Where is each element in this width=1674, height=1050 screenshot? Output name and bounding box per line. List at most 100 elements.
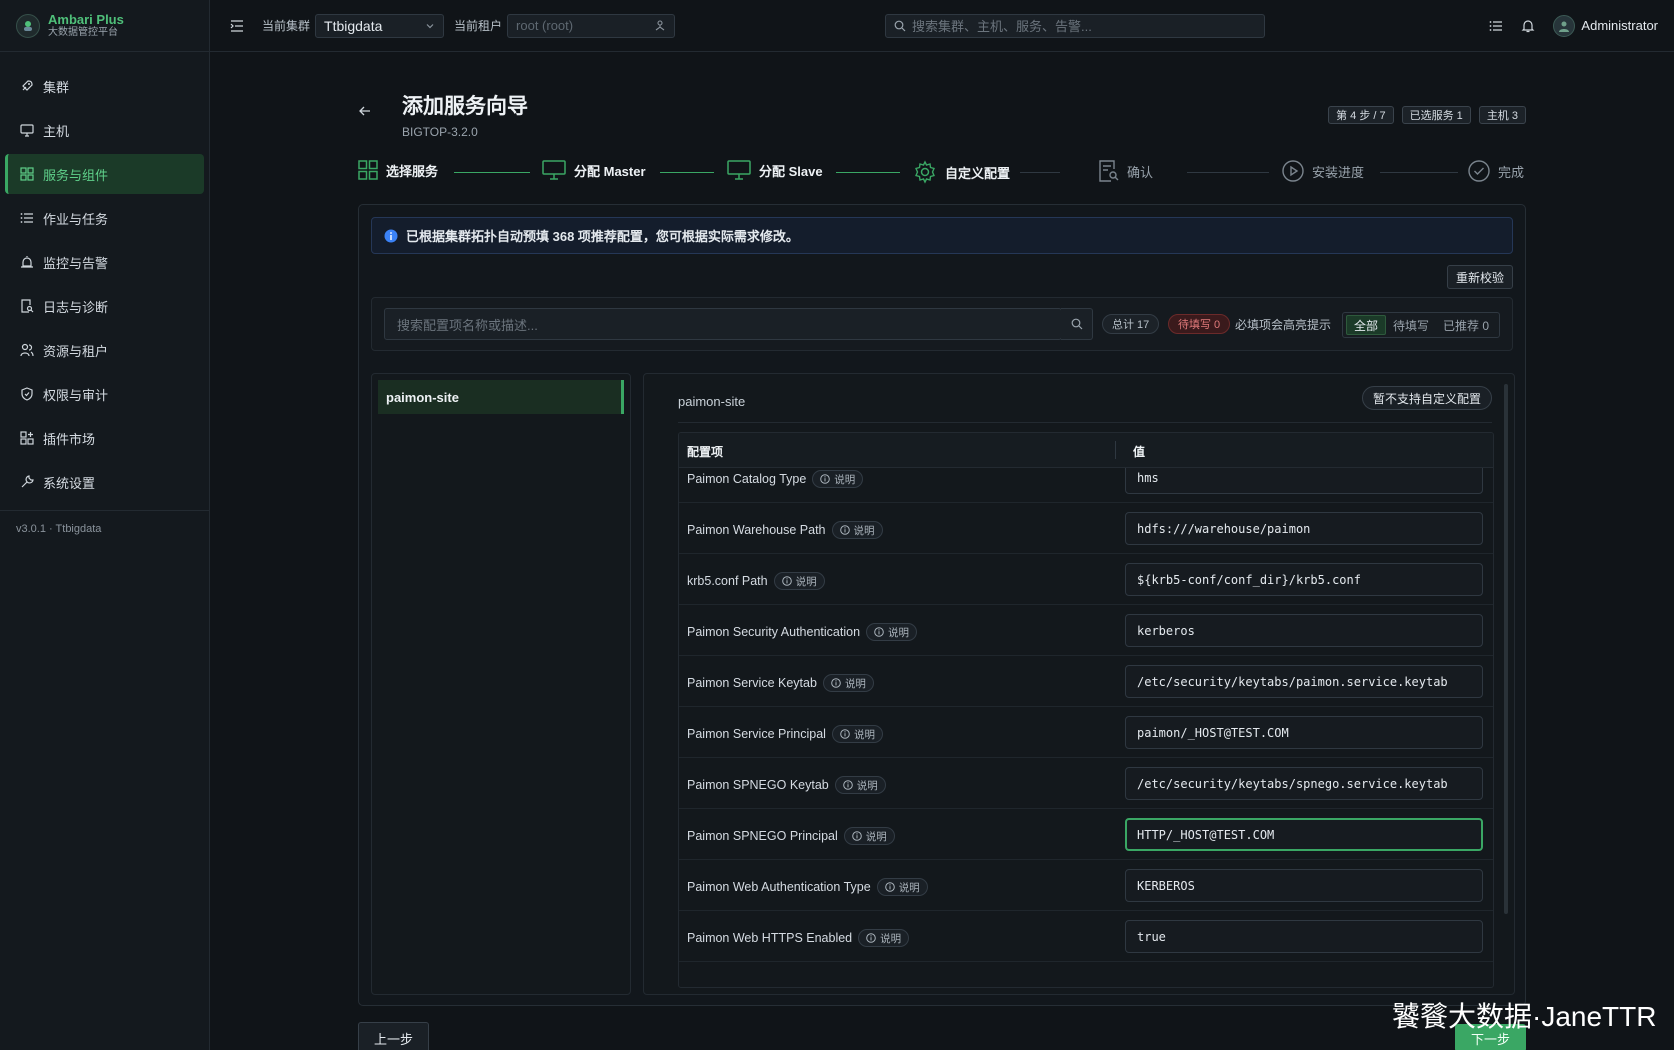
sidebar-item-settings[interactable]: 系统设置	[5, 462, 204, 502]
table-row: Paimon Web Authentication Type 说明 KERBEROS	[679, 860, 1493, 911]
column-separator	[1115, 441, 1116, 459]
help-label: 说明	[856, 779, 878, 792]
tenant-select[interactable]: root (root)	[507, 13, 676, 38]
config-search-input[interactable]: 搜索配置项名称或描述...	[384, 308, 1062, 340]
sidebar-item-cluster[interactable]: 集群	[5, 66, 204, 106]
help-button[interactable]: 说明	[831, 521, 883, 539]
brand[interactable]: Ambari Plus 大数据管控平台	[0, 0, 209, 52]
step-customize-config[interactable]: 自定义配置	[913, 160, 1010, 184]
prev-step-button[interactable]: 上一步	[358, 1022, 429, 1050]
sidebar-item-services[interactable]: 服务与组件	[5, 154, 204, 194]
sidebar-item-tenants[interactable]: 资源与租户	[5, 330, 204, 370]
wrench-icon	[21, 475, 34, 488]
config-search-button[interactable]	[1061, 308, 1093, 340]
recheck-button[interactable]: 重新校验	[1446, 265, 1513, 289]
log-search-icon	[21, 299, 34, 313]
step-assign-master[interactable]: 分配 Master	[542, 160, 646, 180]
config-value-input[interactable]: KERBEROS	[1125, 869, 1483, 902]
user-name[interactable]: Administrator	[1581, 18, 1658, 33]
info-icon	[874, 627, 884, 637]
sidebar-item-label: 日志与诊断	[43, 299, 109, 315]
sidebar-item-monitoring[interactable]: 监控与告警	[5, 242, 204, 282]
segment-all[interactable]: 全部	[1345, 315, 1386, 335]
scrollbar[interactable]	[1504, 384, 1508, 914]
custom-config-unsupported-button[interactable]: 暂不支持自定义配置	[1361, 386, 1492, 410]
help-button[interactable]: 说明	[773, 572, 825, 590]
help-button[interactable]: 说明	[834, 776, 886, 794]
bell-icon[interactable]	[1521, 19, 1535, 33]
task-list-icon[interactable]	[1489, 19, 1503, 33]
sidebar-item-plugins[interactable]: 插件市场	[5, 418, 204, 458]
segment-todo[interactable]: 待填写	[1386, 315, 1436, 335]
help-label: 说明	[853, 524, 875, 537]
help-button[interactable]: 说明	[858, 929, 910, 947]
sidebar-item-label: 权限与审计	[43, 387, 109, 403]
table-row: Paimon Service Keytab 说明/etc/security/key…	[679, 656, 1493, 707]
config-value-input[interactable]: ${krb5-conf/conf_dir}/krb5.conf	[1125, 563, 1483, 596]
config-value: KERBEROS	[1137, 878, 1195, 893]
config-value: /etc/security/keytabs/paimon.service.key…	[1137, 674, 1448, 689]
tree-item-paimon-site[interactable]: paimon-site	[378, 380, 624, 414]
step-finish[interactable]: 完成	[1468, 160, 1524, 182]
config-key-label: Paimon Service Keytab	[687, 676, 817, 690]
help-button[interactable]: 说明	[866, 623, 918, 641]
config-table: 配置项 值 Paimon Catalog Type 说明 hms Paimon War…	[678, 432, 1494, 988]
help-button[interactable]: 说明	[812, 470, 864, 488]
table-row: Paimon SPNEGO Keytab 说明/etc/security/keyt…	[679, 758, 1493, 809]
config-key-label: Paimon SPNEGO Principal	[687, 829, 838, 843]
config-value-input[interactable]: /etc/security/keytabs/paimon.service.key…	[1125, 665, 1483, 698]
config-value-input[interactable]: hms	[1125, 468, 1483, 494]
sidebar-item-label: 主机	[43, 123, 70, 139]
step-assign-slave[interactable]: 分配 Slave	[727, 160, 823, 180]
config-value-input[interactable]: HTTP/_HOST@TEST.COM	[1125, 818, 1483, 851]
global-search-input[interactable]: 搜索集群、主机、服务、告警...	[885, 13, 1265, 38]
cluster-label: 当前集群	[262, 19, 311, 33]
table-body[interactable]: Paimon Catalog Type 说明 hms Paimon Warehouse…	[679, 468, 1493, 987]
selected-services-badge: 已选服务 1	[1401, 106, 1471, 124]
info-icon	[831, 678, 841, 688]
help-label: 说明	[888, 626, 910, 639]
monitor-icon	[20, 124, 34, 137]
help-label: 说明	[853, 728, 875, 741]
config-key-label: krb5.conf Path	[687, 574, 768, 588]
sidebar-item-hosts[interactable]: 主机	[5, 110, 204, 150]
sidebar-item-security[interactable]: 权限与审计	[5, 374, 204, 414]
step-install-progress[interactable]: 安装进度	[1282, 160, 1364, 182]
sidebar-item-logs[interactable]: 日志与诊断	[5, 286, 204, 326]
help-button[interactable]: 说明	[831, 725, 883, 743]
help-button[interactable]: 说明	[822, 674, 874, 692]
tenant-label: 当前租户	[454, 19, 503, 33]
segment-recommended[interactable]: 已推荐 0	[1436, 315, 1496, 335]
sidebar-item-label: 系统设置	[43, 475, 96, 491]
hosts-badge: 主机 3	[1478, 106, 1526, 124]
step-confirm[interactable]: 确认	[1099, 160, 1153, 182]
document-search-icon	[1099, 160, 1119, 182]
info-icon	[842, 780, 853, 790]
config-key: Paimon SPNEGO Keytab 说明	[687, 776, 886, 794]
step-select-services[interactable]: 选择服务	[358, 160, 438, 180]
apps-icon	[20, 431, 34, 445]
config-value-input[interactable]: true	[1125, 920, 1483, 953]
step-label: 确认	[1127, 164, 1154, 180]
info-icon	[866, 933, 876, 943]
logo-icon	[16, 13, 40, 38]
step-label: 分配 Master	[574, 163, 646, 179]
sidebar-item-label: 监控与告警	[43, 255, 109, 271]
config-value-input[interactable]: hdfs:///warehouse/paimon	[1125, 512, 1483, 545]
config-value: kerberos	[1137, 623, 1195, 638]
avatar[interactable]	[1553, 14, 1576, 37]
config-group-title: paimon-site	[678, 394, 746, 409]
config-value-input[interactable]: paimon/_HOST@TEST.COM	[1125, 716, 1483, 749]
config-value-input[interactable]: /etc/security/keytabs/spnego.service.key…	[1125, 767, 1483, 800]
monitor-icon	[727, 160, 751, 180]
help-button[interactable]: 说明	[843, 827, 895, 845]
table-row: Paimon Warehouse Path 说明 hdfs:///warehouse…	[679, 503, 1493, 554]
menu-toggle-button[interactable]	[230, 19, 244, 33]
help-button[interactable]: 说明	[876, 878, 928, 896]
help-label: 说明	[834, 473, 856, 486]
sidebar-item-jobs[interactable]: 作业与任务	[5, 198, 204, 238]
cluster-select[interactable]: Ttbigdata	[315, 13, 445, 38]
back-button[interactable]	[358, 104, 372, 121]
config-value: hdfs:///warehouse/paimon	[1137, 521, 1311, 536]
config-value-input[interactable]: kerberos	[1125, 614, 1483, 647]
